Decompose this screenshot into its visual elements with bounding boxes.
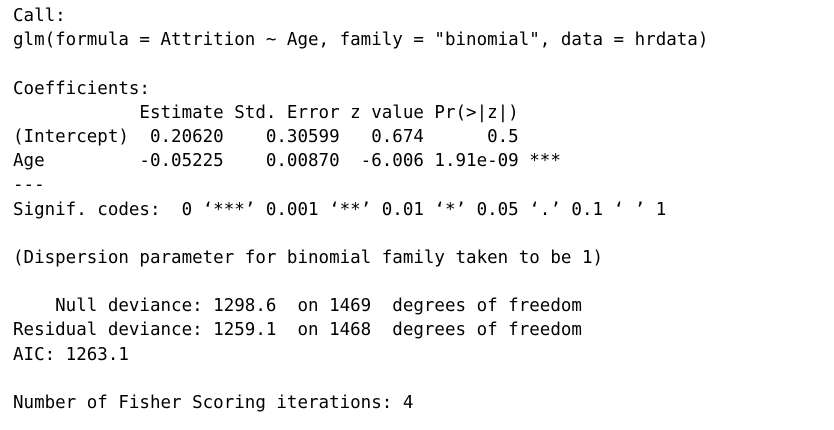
separator: ---: [13, 175, 45, 196]
coef-table-header: Estimate Std. Error z value Pr(>|z|): [13, 102, 519, 123]
fisher-iterations: Number of Fisher Scoring iterations: 4: [13, 393, 414, 413]
call-text: glm(formula = Attrition ~ Age, family = …: [13, 30, 709, 51]
r-console-output: Call: glm(formula = Attrition ~ Age, fam…: [13, 4, 708, 415]
residual-deviance: Residual deviance: 1259.1 on 1468 degree…: [13, 320, 582, 341]
aic-value: AIC: 1263.1: [13, 344, 129, 365]
coef-row-age: Age -0.05225 0.00870 -6.006 1.91e-09 ***: [13, 151, 561, 172]
dispersion-note: (Dispersion parameter for binomial famil…: [13, 247, 604, 268]
coef-row-intercept: (Intercept) 0.20620 0.30599 0.674 0.5: [13, 126, 519, 147]
coefficients-header: Coefficients:: [13, 78, 150, 99]
null-deviance: Null deviance: 1298.6 on 1469 degrees of…: [13, 296, 582, 317]
call-header: Call:: [13, 6, 66, 26]
signif-codes: Signif. codes: 0 ‘***’ 0.001 ‘**’ 0.01 ‘…: [13, 199, 667, 220]
